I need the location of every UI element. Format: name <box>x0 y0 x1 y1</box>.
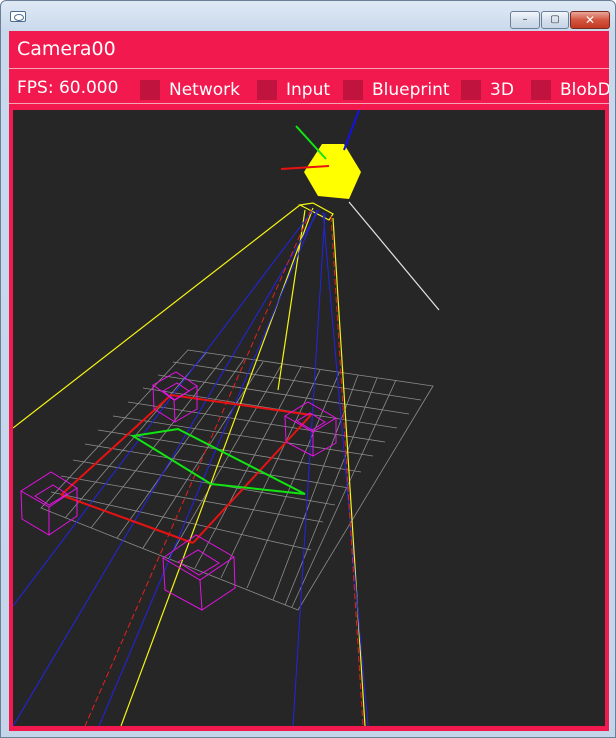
client-area: Camera00 FPS: 60.000 Network Input Bluep… <box>9 31 609 731</box>
scene-canvas <box>13 110 440 726</box>
ground-grid <box>40 349 434 611</box>
toggle-network[interactable]: Network <box>140 80 240 100</box>
fps-readout: FPS: 60.000 <box>17 78 119 98</box>
cube-4 <box>162 534 236 611</box>
toggle-input[interactable]: Input <box>257 80 330 100</box>
toolbar: FPS: 60.000 Network Input Blueprint 3D B… <box>9 69 609 103</box>
3d-viewport[interactable] <box>13 110 605 726</box>
light-ray <box>348 201 440 311</box>
toggle-label: 3D <box>490 80 514 100</box>
toggle-label: Network <box>169 80 240 100</box>
toolbar-divider <box>9 103 609 104</box>
close-icon: ✕ <box>584 13 596 27</box>
toggle-blobdetect[interactable]: BlobDe <box>531 80 609 100</box>
checkbox-network[interactable] <box>140 80 160 100</box>
maximize-button[interactable]: ▢ <box>541 11 569 29</box>
toggle-label: Blueprint <box>372 80 450 100</box>
checkbox-blobdetect[interactable] <box>531 80 551 100</box>
checkbox-blueprint[interactable] <box>343 80 363 100</box>
app-icon[interactable] <box>10 11 26 22</box>
toggle-blueprint[interactable]: Blueprint <box>343 80 450 100</box>
cube-3 <box>20 471 78 536</box>
camera-rays-red <box>84 209 364 726</box>
maximize-icon: ▢ <box>550 14 560 25</box>
close-button[interactable]: ✕ <box>570 11 610 29</box>
checkbox-input[interactable] <box>257 80 277 100</box>
title-bar[interactable]: – ▢ ✕ <box>1 1 615 31</box>
app-window: – ▢ ✕ Camera00 FPS: 60.000 Network Input… <box>0 0 616 738</box>
camera-rays-blue <box>13 209 369 726</box>
toggle-label: Input <box>286 80 331 100</box>
minimize-icon: – <box>522 14 528 25</box>
checkbox-3d[interactable] <box>461 80 481 100</box>
camera-title: Camera00 <box>17 38 116 60</box>
toggle-label: BlobDe <box>560 80 609 100</box>
minimize-button[interactable]: – <box>510 11 540 29</box>
toggle-3d[interactable]: 3D <box>461 80 514 100</box>
camera-gizmo <box>280 110 361 199</box>
